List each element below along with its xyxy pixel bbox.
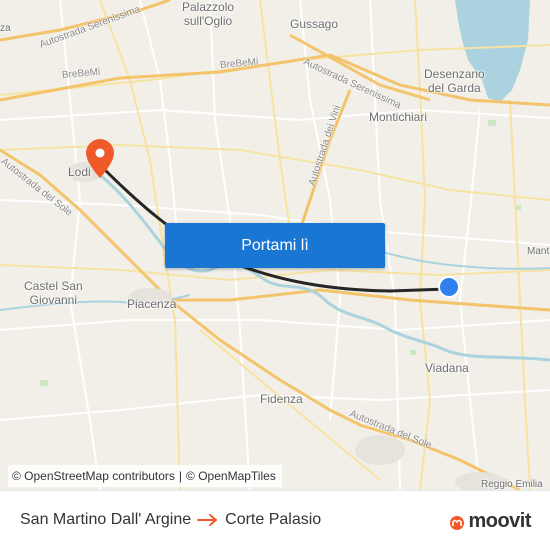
place-mantova-partial: Mant: [527, 246, 550, 257]
moovit-wordmark: moovit: [468, 510, 531, 532]
origin-marker: [438, 276, 460, 298]
map-view[interactable]: Palazzolo sull'Oglio Gussago Desenzano d…: [0, 0, 550, 490]
take-me-there-label: Portami lì: [241, 236, 309, 254]
place-fidenza: Fidenza: [260, 392, 303, 406]
place-palazzolo-sulloglio: Palazzolo sull'Oglio: [182, 0, 234, 28]
arrow-right-icon: [197, 513, 219, 527]
omt-attribution-link[interactable]: © OpenMapTiles: [186, 469, 276, 483]
moovit-logo-icon: [449, 514, 465, 530]
place-castel-san-giovanni: Castel San Giovanni: [24, 279, 83, 307]
route-summary: San Martino Dall' Argine Corte Palasio: [20, 511, 321, 529]
place-top-left-partial: za: [0, 23, 11, 34]
place-montichiari: Montichiari: [369, 110, 428, 124]
place-reggio-emilia: Reggio Emilia: [481, 479, 543, 490]
place-piacenza: Piacenza: [127, 297, 177, 311]
place-lodi: Lodi: [68, 165, 91, 179]
place-label: Palazzolo sull'Oglio: [182, 0, 235, 28]
map-attribution: © OpenStreetMap contributors | © OpenMap…: [8, 465, 282, 487]
route-destination: Corte Palasio: [225, 511, 322, 528]
moovit-logo[interactable]: moovit: [449, 510, 531, 533]
attribution-separator: |: [178, 469, 183, 483]
osm-attribution-link[interactable]: © OpenStreetMap contributors: [12, 469, 175, 483]
place-desenzano-del-garda: Desenzano del Garda: [424, 67, 485, 95]
take-me-there-button[interactable]: Portami lì: [165, 223, 385, 268]
footer-bar: San Martino Dall' Argine Corte Palasio m…: [0, 490, 550, 551]
place-gussago: Gussago: [290, 17, 339, 31]
route-origin: San Martino Dall' Argine: [20, 511, 192, 528]
place-viadana: Viadana: [425, 361, 469, 375]
